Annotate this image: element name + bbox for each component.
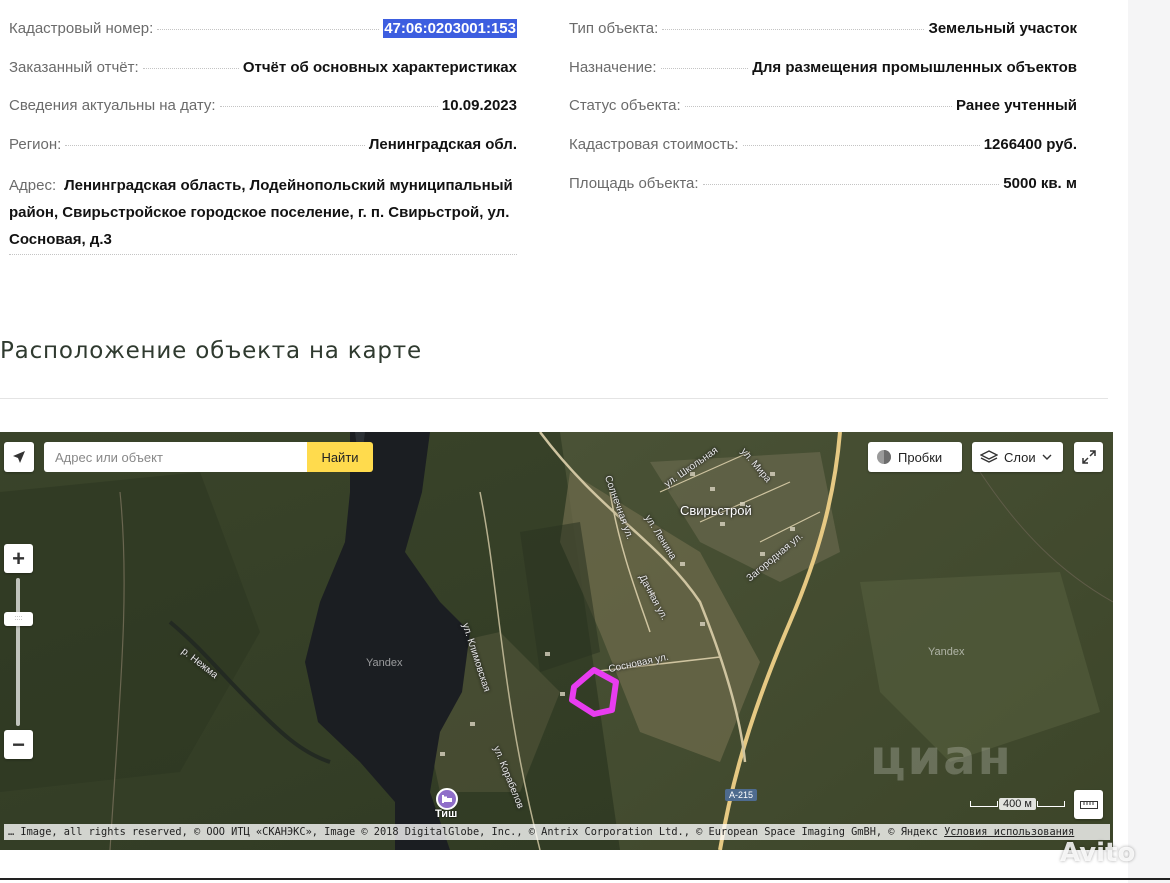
purpose-value: Для размещения промышленных объектов (752, 59, 1077, 76)
leader-dots (684, 106, 953, 107)
map-section-title: Расположение объекта на карте (0, 338, 422, 364)
terms-of-use-link[interactable]: Условия использования (944, 826, 1074, 838)
address-value: Ленинградская область, Лодейнопольский м… (9, 177, 513, 248)
minus-icon: − (12, 731, 25, 757)
leader-dots (142, 68, 239, 69)
find-button[interactable]: Найти (307, 442, 373, 472)
page-side-strip (1128, 0, 1170, 883)
address-label: Адрес: (9, 177, 57, 194)
info-row-cadastral-value: Кадастровая стоимость: 1266400 руб. (569, 135, 1077, 154)
map-copyright: … Image, all rights reserved, © ООО ИТЦ … (4, 824, 1110, 840)
cadastral-number-value[interactable]: 47:06:0203001:153 (383, 19, 517, 38)
layers-label: Слои (1004, 449, 1036, 465)
region-value: Ленинградская обл. (368, 136, 517, 153)
info-row-region: Регион: Ленинградская обл. (9, 135, 517, 154)
expand-icon (1081, 450, 1096, 464)
info-row-cadastral-number: Кадастровый номер: 47:06:0203001:153 (9, 19, 517, 38)
satellite-imagery (0, 432, 1113, 850)
ruler-icon (1079, 800, 1098, 809)
section-divider (0, 398, 1108, 399)
info-row-address: Адрес: Ленинградская область, Лодейнополь… (9, 172, 517, 255)
geolocation-button[interactable] (4, 442, 34, 472)
leader-dots (662, 29, 925, 30)
info-row-ordered-report: Заказанный отчёт: Отчёт об основных хара… (9, 58, 517, 77)
leader-dots (660, 68, 749, 69)
object-type-label: Тип объекта: (569, 20, 659, 37)
zoom-out-button[interactable]: − (4, 730, 33, 759)
cian-watermark: циан (870, 730, 1013, 786)
ruler-button[interactable] (1074, 790, 1103, 819)
zoom-slider-handle[interactable]: :::: (4, 612, 33, 626)
info-row-object-status: Статус объекта: Ранее учтенный (569, 96, 1077, 115)
map-view[interactable]: Свирьстрой р. Нежма Yandex Yandex Соснов… (0, 432, 1113, 850)
scale-bar: 400 м (970, 798, 1065, 810)
bed-icon (442, 795, 452, 803)
map-label-town: Свирьстрой (680, 503, 752, 518)
layers-button[interactable]: Слои (972, 442, 1063, 472)
area-value: 5000 кв. м (1003, 175, 1077, 192)
object-status-value: Ранее учтенный (956, 97, 1077, 114)
object-status-label: Статус объекта: (569, 97, 681, 114)
scale-bar-left (970, 801, 998, 807)
leader-dots (702, 184, 1000, 185)
poi-marker[interactable] (436, 788, 458, 810)
traffic-icon (877, 450, 891, 464)
info-row-object-type: Тип объекта: Земельный участок (569, 19, 1077, 38)
info-row-purpose: Назначение: Для размещения промышленных … (569, 58, 1077, 77)
cadastral-value-value: 1266400 руб. (983, 136, 1077, 153)
fullscreen-button[interactable] (1074, 442, 1103, 472)
purpose-label: Назначение: (569, 59, 657, 76)
cadastral-value-label: Кадастровая стоимость: (569, 136, 739, 153)
zoom-slider-track[interactable] (16, 578, 20, 726)
avito-watermark: Avito (1060, 838, 1136, 868)
traffic-button[interactable]: Пробки (868, 442, 962, 472)
road-number-badge: A-215 (725, 789, 758, 801)
ordered-report-value: Отчёт об основных характеристиках (242, 59, 517, 76)
ordered-report-label: Заказанный отчёт: (9, 59, 139, 76)
map-label-yandex: Yandex (366, 657, 403, 669)
leader-dots (219, 106, 438, 107)
leader-dots (65, 145, 365, 146)
map-search-input[interactable] (44, 442, 307, 472)
traffic-label: Пробки (898, 449, 943, 465)
plus-icon: + (12, 545, 25, 571)
info-row-area: Площадь объекта: 5000 кв. м (569, 174, 1077, 193)
location-arrow-icon (13, 451, 25, 463)
copyright-text: … Image, all rights reserved, © ООО ИТЦ … (8, 826, 938, 838)
cadastral-number-label: Кадастровый номер: (9, 20, 154, 37)
leader-dots (742, 145, 980, 146)
actual-date-value: 10.09.2023 (441, 97, 517, 114)
poi-label: Тиш (435, 808, 458, 820)
object-type-value: Земельный участок (928, 20, 1077, 37)
layers-icon (980, 450, 998, 463)
leader-dots (157, 29, 380, 30)
actual-date-label: Сведения актуальны на дату: (9, 97, 216, 114)
region-label: Регион: (9, 136, 62, 153)
zoom-in-button[interactable]: + (4, 544, 33, 573)
bottom-rule (0, 878, 1170, 880)
scale-label: 400 м (999, 798, 1036, 810)
scale-bar-right (1036, 801, 1065, 807)
area-label: Площадь объекта: (569, 175, 699, 192)
info-row-actual-date: Сведения актуальны на дату: 10.09.2023 (9, 96, 517, 115)
chevron-down-icon (1042, 454, 1052, 460)
map-label-yandex-2: Yandex (928, 646, 965, 658)
